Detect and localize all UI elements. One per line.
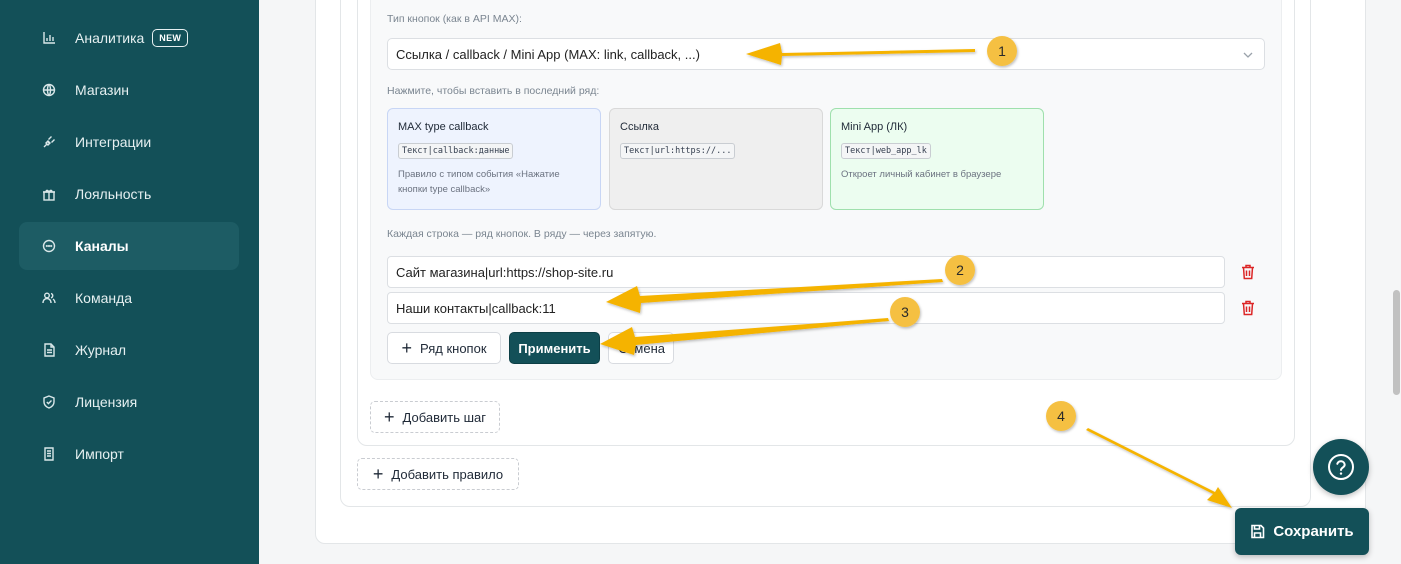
template-code: Текст|web_app_lk — [841, 143, 931, 159]
button-row-value: Сайт магазина|url:https://shop-site.ru — [396, 264, 614, 280]
add-step-label: Добавить шаг — [402, 409, 486, 425]
sidebar-item-journal[interactable]: Журнал — [19, 326, 239, 374]
button-type-value: Ссылка / callback / Mini App (MAX: link,… — [396, 46, 700, 62]
chat-bubble-icon — [41, 238, 57, 254]
sidebar-item-label: Лояльность — [75, 186, 152, 202]
cancel-label: Отмена — [618, 340, 665, 356]
add-button-row-label: Ряд кнопок — [419, 340, 487, 356]
sidebar-item-label: Интеграции — [75, 134, 152, 150]
template-link[interactable]: Ссылка Текст|url:https://... — [609, 108, 823, 210]
cancel-button[interactable]: Отмена — [608, 332, 674, 364]
button-type-select[interactable]: Ссылка / callback / Mini App (MAX: link,… — [387, 38, 1265, 70]
shield-check-icon — [41, 394, 57, 410]
sidebar-item-label: Аналитика — [75, 30, 145, 46]
template-description: Правило с типом события «Нажатие кнопки … — [398, 169, 560, 196]
sidebar-item-license[interactable]: Лицензия — [19, 378, 239, 426]
button-row-input[interactable]: Сайт магазина|url:https://shop-site.ru — [387, 256, 1225, 288]
import-file-icon — [41, 446, 57, 462]
insert-hint: Нажмите, чтобы вставить в последний ряд: — [387, 85, 600, 97]
button-type-label: Тип кнопок (как в API MAX): — [387, 13, 522, 25]
chevron-down-icon — [1243, 52, 1253, 58]
plus-icon: + — [401, 338, 412, 358]
sidebar-item-label: Каналы — [75, 238, 129, 254]
rows-hint: Каждая строка — ряд кнопок. В ряду — чер… — [387, 228, 657, 240]
apply-label: Применить — [518, 340, 591, 356]
sidebar-item-channels[interactable]: Каналы — [19, 222, 239, 270]
plus-icon: + — [384, 407, 395, 427]
plus-icon: + — [372, 464, 384, 484]
globe-icon — [41, 82, 57, 98]
team-icon — [41, 290, 57, 306]
document-icon — [41, 342, 57, 358]
add-rule-button[interactable]: + Добавить правило — [357, 458, 519, 490]
sidebar-item-label: Импорт — [75, 446, 124, 462]
save-label: Сохранить — [1273, 523, 1354, 540]
bar-chart-icon — [41, 30, 57, 46]
add-button-row-button[interactable]: + Ряд кнопок — [387, 332, 501, 364]
add-rule-label: Добавить правило — [391, 466, 504, 482]
button-row-value: Наши контакты|callback:11 — [396, 300, 556, 316]
sidebar-item-loyalty[interactable]: Лояльность — [19, 170, 239, 218]
question-circle-icon — [1328, 454, 1354, 480]
template-code: Текст|url:https://... — [620, 143, 736, 159]
sidebar-item-import[interactable]: Импорт — [19, 430, 239, 478]
save-icon — [1251, 524, 1265, 539]
add-step-button[interactable]: + Добавить шаг — [370, 401, 500, 433]
sidebar-item-team[interactable]: Команда — [19, 274, 239, 322]
sidebar-item-label: Команда — [75, 290, 133, 306]
scrollbar-track[interactable] — [1388, 0, 1401, 564]
sidebar-item-integrations[interactable]: Интеграции — [19, 118, 239, 166]
sidebar-item-shop[interactable]: Магазин — [19, 66, 239, 114]
template-mini-app[interactable]: Mini App (ЛК) Текст|web_app_lk Откроет л… — [830, 108, 1044, 210]
plug-icon — [41, 134, 57, 150]
template-code: Текст|callback:данные — [398, 143, 514, 159]
help-button[interactable] — [1313, 439, 1369, 495]
sidebar-item-label: Магазин — [75, 82, 130, 98]
button-row-input[interactable]: Наши контакты|callback:11 — [387, 292, 1225, 324]
scrollbar-thumb[interactable] — [1393, 290, 1400, 395]
sidebar: Аналитика NEW Магазин Интеграции Лояльно… — [0, 0, 259, 564]
gift-icon — [41, 186, 57, 202]
new-badge: NEW — [152, 29, 189, 47]
sidebar-item-label: Журнал — [75, 342, 127, 358]
template-title: Mini App (ЛК) — [841, 121, 908, 133]
main-content: Тип кнопок (как в API MAX): Ссылка / cal… — [259, 0, 1401, 564]
trash-icon[interactable] — [1241, 264, 1255, 280]
template-callback[interactable]: MAX type callback Текст|callback:данные … — [387, 108, 601, 210]
trash-icon[interactable] — [1241, 300, 1255, 316]
save-button[interactable]: Сохранить — [1235, 508, 1369, 555]
apply-button[interactable]: Применить — [509, 332, 600, 364]
template-title: MAX type callback — [398, 121, 489, 133]
sidebar-item-label: Лицензия — [75, 394, 138, 410]
template-description: Откроет личный кабинет в браузере — [841, 169, 1002, 180]
sidebar-item-analytics[interactable]: Аналитика NEW — [19, 14, 239, 62]
template-title: Ссылка — [620, 121, 659, 133]
